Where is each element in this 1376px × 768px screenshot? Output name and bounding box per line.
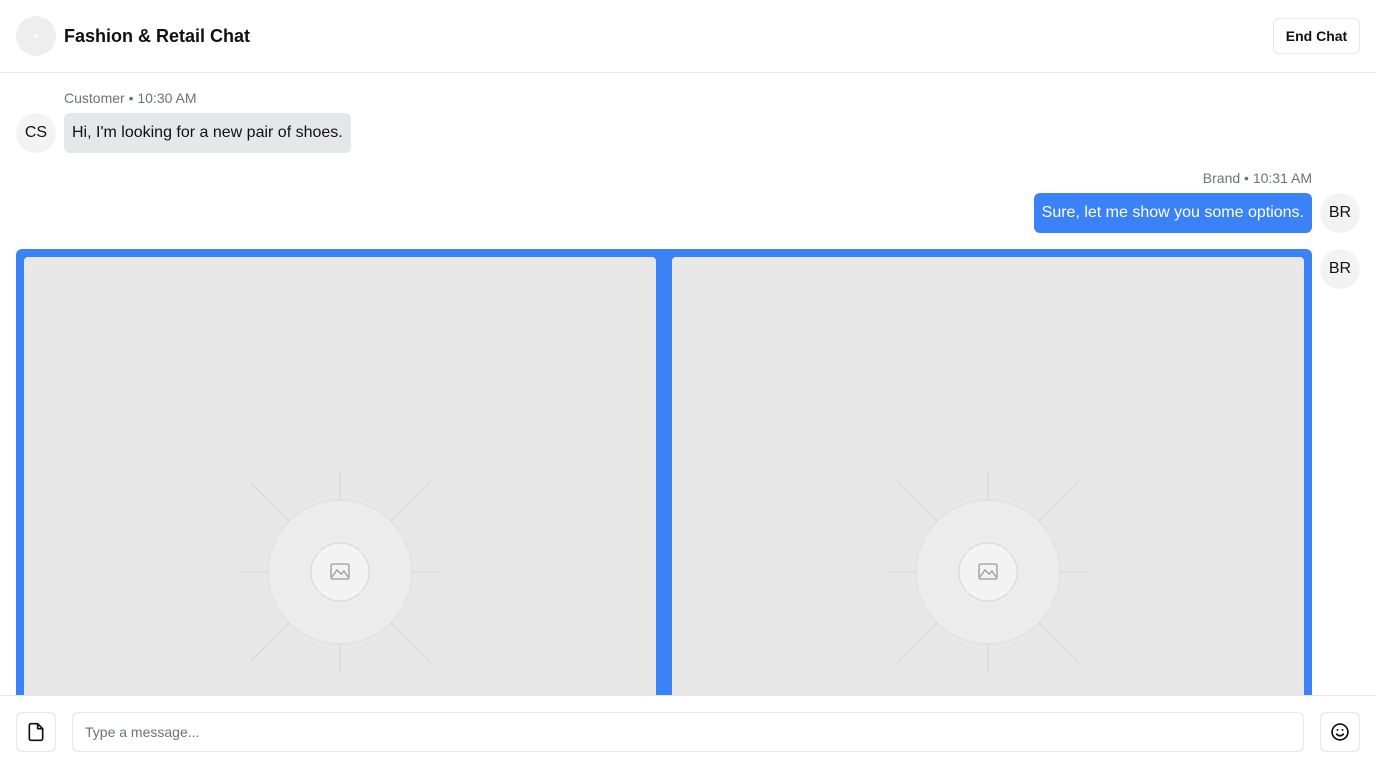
message-meta-customer: Customer • 10:30 AM bbox=[64, 90, 197, 106]
chat-header: Fashion & Retail Chat End Chat bbox=[0, 0, 1376, 73]
image-placeholder-icon bbox=[240, 472, 440, 672]
logo-dot bbox=[34, 34, 38, 38]
product-card[interactable] bbox=[24, 257, 656, 695]
avatar-brand-carousel: BR bbox=[1320, 249, 1360, 289]
message-input[interactable] bbox=[72, 712, 1304, 752]
attach-file-button[interactable] bbox=[16, 712, 56, 752]
image-placeholder-icon bbox=[888, 472, 1088, 672]
message-bubble-customer: Hi, I'm looking for a new pair of shoes. bbox=[64, 113, 351, 153]
avatar-customer: CS bbox=[16, 113, 56, 153]
message-meta-brand: Brand • 10:31 AM bbox=[1202, 170, 1312, 186]
avatar-brand: BR bbox=[1320, 193, 1360, 233]
brand-logo bbox=[16, 16, 56, 56]
product-carousel[interactable] bbox=[16, 249, 1312, 695]
end-chat-button[interactable]: End Chat bbox=[1273, 18, 1360, 54]
message-bubble-brand: Sure, let me show you some options. bbox=[1033, 193, 1312, 233]
smiley-icon bbox=[1331, 723, 1349, 741]
chat-title: Fashion & Retail Chat bbox=[64, 26, 251, 46]
product-card[interactable] bbox=[672, 257, 1304, 695]
file-icon bbox=[28, 722, 44, 742]
message-composer bbox=[0, 695, 1376, 768]
emoji-button[interactable] bbox=[1320, 712, 1360, 752]
message-list[interactable]: Customer • 10:30 AM CS Hi, I'm looking f… bbox=[0, 73, 1376, 695]
